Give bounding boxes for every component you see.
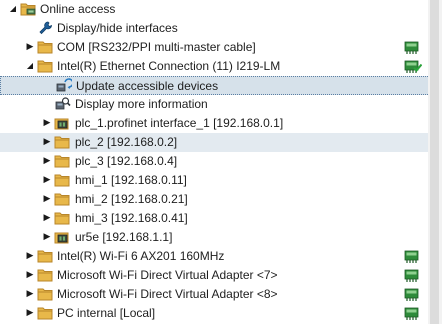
network-status-icon (404, 306, 422, 321)
network-connected-icon (404, 59, 423, 74)
tree-item-label: plc_1.profinet interface_1 [192.168.0.1] (75, 116, 284, 130)
expand-arrow-icon[interactable]: ▶ (42, 137, 52, 147)
folder-icon (37, 58, 54, 74)
tree-item-com-port[interactable]: ▶ COM [RS232/PPI multi-master cable] (0, 38, 442, 57)
tree-item-label: Intel(R) Wi-Fi 6 AX201 160MHz (57, 249, 225, 263)
expand-arrow-icon[interactable]: ▶ (42, 175, 52, 185)
plc-device-icon (54, 115, 71, 131)
tree-item-label: hmi_2 [192.168.0.21] (75, 192, 188, 206)
folder-icon (54, 134, 71, 150)
network-status-icon (404, 287, 422, 302)
tree-item-update-accessible-devices[interactable]: Update accessible devices (0, 76, 442, 95)
folder-icon (54, 191, 71, 207)
tree-item-plc-2[interactable]: ▶ plc_2 [192.168.0.2] (0, 133, 442, 152)
collapse-arrow-icon[interactable]: ◢ (8, 4, 18, 14)
tree-item-label: plc_3 [192.168.0.4] (75, 154, 178, 168)
expand-arrow-icon[interactable]: ▶ (25, 308, 35, 318)
info-search-icon (54, 96, 71, 112)
tree-item-intel-wifi[interactable]: ▶ Intel(R) Wi-Fi 6 AX201 160MHz (0, 247, 442, 266)
network-status-icon (404, 249, 422, 264)
tree-item-wifi-direct-7[interactable]: ▶ Microsoft Wi-Fi Direct Virtual Adapter … (0, 266, 442, 285)
wrench-icon (37, 20, 54, 36)
folder-network-icon (20, 1, 37, 17)
expand-arrow-icon[interactable]: ▶ (25, 251, 35, 261)
tree-item-display-hide-interfaces[interactable]: Display/hide interfaces (0, 19, 442, 38)
expand-arrow-icon[interactable]: ▶ (42, 213, 52, 223)
vertical-scrollbar-thumb[interactable] (430, 0, 439, 324)
folder-icon (37, 39, 54, 55)
folder-icon (54, 153, 71, 169)
tree-item-label: ur5e [192.168.1.1] (75, 230, 173, 244)
tree-item-plc-1[interactable]: ▶ plc_1.profinet interface_1 [192.168.0.1… (0, 114, 442, 133)
folder-icon (37, 286, 54, 302)
expand-arrow-icon[interactable]: ▶ (25, 270, 35, 280)
expand-arrow-icon[interactable]: ▶ (42, 156, 52, 166)
tree-item-label: Update accessible devices (76, 79, 219, 93)
network-status-icon (404, 268, 422, 283)
tree-item-ur5e[interactable]: ▶ ur5e [192.168.1.1] (0, 228, 442, 247)
tree-item-label: Online access (40, 2, 116, 16)
tree-item-label: plc_2 [192.168.0.2] (75, 135, 178, 149)
expand-arrow-icon[interactable]: ▶ (25, 42, 35, 52)
folder-icon (37, 305, 54, 321)
tree-item-label: Microsoft Wi-Fi Direct Virtual Adapter <… (57, 268, 278, 282)
tree-item-hmi-2[interactable]: ▶ hmi_2 [192.168.0.21] (0, 190, 442, 209)
network-status-icon (404, 40, 422, 55)
tree-item-plc-3[interactable]: ▶ plc_3 [192.168.0.4] (0, 152, 442, 171)
collapse-arrow-icon[interactable]: ◢ (25, 61, 35, 71)
expand-arrow-icon[interactable]: ▶ (25, 289, 35, 299)
tree-item-online-access[interactable]: ◢ Online access (0, 0, 442, 19)
tree-item-label: hmi_1 [192.168.0.11] (75, 173, 187, 187)
tree-item-label: PC internal [Local] (57, 306, 156, 320)
expand-arrow-icon[interactable]: ▶ (42, 118, 52, 128)
folder-icon (54, 172, 71, 188)
tree-item-label: Intel(R) Ethernet Connection (11) I219-L… (57, 59, 281, 73)
plc-device-icon (54, 229, 71, 245)
tree-item-label: Display/hide interfaces (57, 21, 178, 35)
tree-item-wifi-direct-8[interactable]: ▶ Microsoft Wi-Fi Direct Virtual Adapter … (0, 285, 442, 304)
tree-item-pc-internal[interactable]: ▶ PC internal [Local] (0, 304, 442, 323)
tree-item-display-more-information[interactable]: Display more information (0, 95, 442, 114)
folder-icon (37, 248, 54, 264)
tree-item-hmi-1[interactable]: ▶ hmi_1 [192.168.0.11] (0, 171, 442, 190)
tree-item-hmi-3[interactable]: ▶ hmi_3 [192.168.0.41] (0, 209, 442, 228)
expand-arrow-icon[interactable]: ▶ (42, 232, 52, 242)
tree-item-label: COM [RS232/PPI multi-master cable] (57, 40, 256, 54)
tree-item-label: Microsoft Wi-Fi Direct Virtual Adapter <… (57, 287, 278, 301)
update-devices-icon (55, 78, 74, 94)
expand-arrow-icon[interactable]: ▶ (42, 194, 52, 204)
folder-icon (37, 267, 54, 283)
project-tree: ◢ Online access Display/hide interfaces ▶ CO… (0, 0, 442, 324)
folder-icon (54, 210, 71, 226)
tree-item-label: hmi_3 [192.168.0.41] (75, 211, 188, 225)
tree-item-label: Display more information (75, 97, 208, 111)
tree-item-intel-ethernet[interactable]: ◢ Intel(R) Ethernet Connection (11) I219-… (0, 57, 442, 76)
